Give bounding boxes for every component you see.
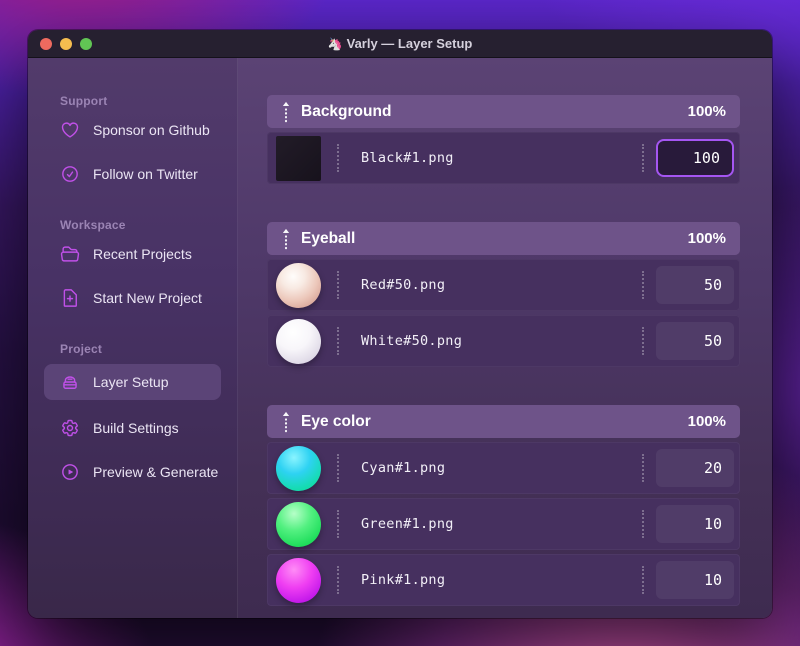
group-weight: 100% [687,413,726,430]
sidebar-section-project: Project Layer Setup Build Settings Previ… [28,342,237,486]
folder-open-icon [60,246,80,262]
sidebar-section-label: Support [60,94,108,108]
titlebar[interactable]: 🦄 Varly — Layer Setup [28,30,772,58]
close-button[interactable] [40,37,52,50]
layer-row: White#50.png [267,315,740,367]
layer-group-background: Background 100% Black#1.png [267,95,740,184]
layer-row: Green#1.png [267,498,740,550]
divider [642,454,644,482]
traffic-lights [40,37,92,50]
layer-thumbnail [276,318,321,364]
layer-group-eye-color: Eye color 100% Cyan#1.png Green#1.png [267,405,740,606]
divider [642,327,644,355]
document-plus-icon [63,289,77,307]
sidebar-item-label: Layer Setup [93,374,169,390]
play-circle-icon [62,464,78,480]
layer-weight-input[interactable] [656,139,734,177]
layer-thumbnail [276,557,321,603]
layer-row: Red#50.png [267,259,740,311]
layer-weight-input[interactable] [656,449,734,487]
divider [642,566,644,594]
divider [642,271,644,299]
sidebar-item-start-new-project[interactable]: Start New Project [28,284,237,312]
layer-thumbnail [276,262,321,308]
group-header[interactable]: Eyeball 100% [267,222,740,255]
minimize-button[interactable] [60,37,72,50]
sidebar-item-label: Follow on Twitter [93,166,198,182]
layer-filename: Pink#1.png [361,572,446,588]
divider [642,510,644,538]
heart-icon [61,122,79,138]
zoom-button[interactable] [80,37,92,50]
drag-handle-icon[interactable] [281,101,291,123]
group-title: Eye color [301,412,371,430]
layer-thumbnail [276,135,321,181]
divider [337,510,339,538]
sidebar-item-recent-projects[interactable]: Recent Projects [28,240,237,268]
layer-weight-input[interactable] [656,322,734,360]
layer-weight-input[interactable] [656,505,734,543]
divider [337,327,339,355]
divider [337,454,339,482]
layer-filename: Green#1.png [361,516,454,532]
sidebar-item-layer-setup[interactable]: Layer Setup [44,364,221,400]
sidebar-item-label: Start New Project [93,290,202,306]
group-weight: 100% [687,230,726,247]
layer-row: Black#1.png [267,132,740,184]
window-title-text: Varly — Layer Setup [346,36,473,51]
layer-row: Cyan#1.png [267,442,740,494]
layer-filename: Black#1.png [361,150,454,166]
layer-row: Pink#1.png [267,554,740,606]
sidebar-item-label: Build Settings [93,420,179,436]
sidebar-section-workspace: Workspace Recent Projects Start New Proj… [28,218,237,312]
group-title: Eyeball [301,229,356,247]
window-body: Support Sponsor on Github Follow on Twit… [28,58,772,618]
sidebar-item-label: Sponsor on Github [93,122,210,138]
layer-group-eyeball: Eyeball 100% Red#50.png White#50.png [267,222,740,367]
layer-filename: White#50.png [361,333,463,349]
layer-filename: Cyan#1.png [361,460,446,476]
divider [337,566,339,594]
sidebar-section-label: Workspace [60,218,126,232]
sidebar-item-label: Recent Projects [93,246,192,262]
sidebar-item-label: Preview & Generate [93,464,219,480]
drag-handle-icon[interactable] [281,411,291,433]
window-title: 🦄 Varly — Layer Setup [28,36,772,51]
divider [642,144,644,172]
archive-box-icon [63,376,77,389]
group-weight: 100% [687,103,726,120]
divider [337,144,339,172]
group-title: Background [301,102,392,120]
divider [337,271,339,299]
app-logo-icon: 🦄 [327,37,343,51]
sidebar-section-label: Project [60,342,103,356]
layer-thumbnail [276,501,321,547]
drag-handle-icon[interactable] [281,228,291,250]
layer-weight-input[interactable] [656,561,734,599]
sidebar-item-follow-on-twitter[interactable]: Follow on Twitter [28,160,237,188]
check-badge-icon [62,166,78,182]
gear-icon [62,419,78,437]
layer-weight-input[interactable] [656,266,734,304]
group-header[interactable]: Eye color 100% [267,405,740,438]
layer-list: Background 100% Black#1.png 100 Eyeball … [238,58,772,618]
layer-thumbnail [276,445,321,491]
group-header[interactable]: Background 100% [267,95,740,128]
sidebar: Support Sponsor on Github Follow on Twit… [28,58,238,618]
sidebar-item-preview-generate[interactable]: Preview & Generate [28,458,237,486]
app-window: 🦄 Varly — Layer Setup Support Sponsor on … [28,30,772,618]
sidebar-item-build-settings[interactable]: Build Settings [28,414,237,442]
sidebar-item-sponsor-on-github[interactable]: Sponsor on Github [28,116,237,144]
layer-filename: Red#50.png [361,277,446,293]
sidebar-section-support: Support Sponsor on Github Follow on Twit… [28,94,237,188]
desktop-background: 🦄 Varly — Layer Setup Support Sponsor on … [0,0,800,646]
